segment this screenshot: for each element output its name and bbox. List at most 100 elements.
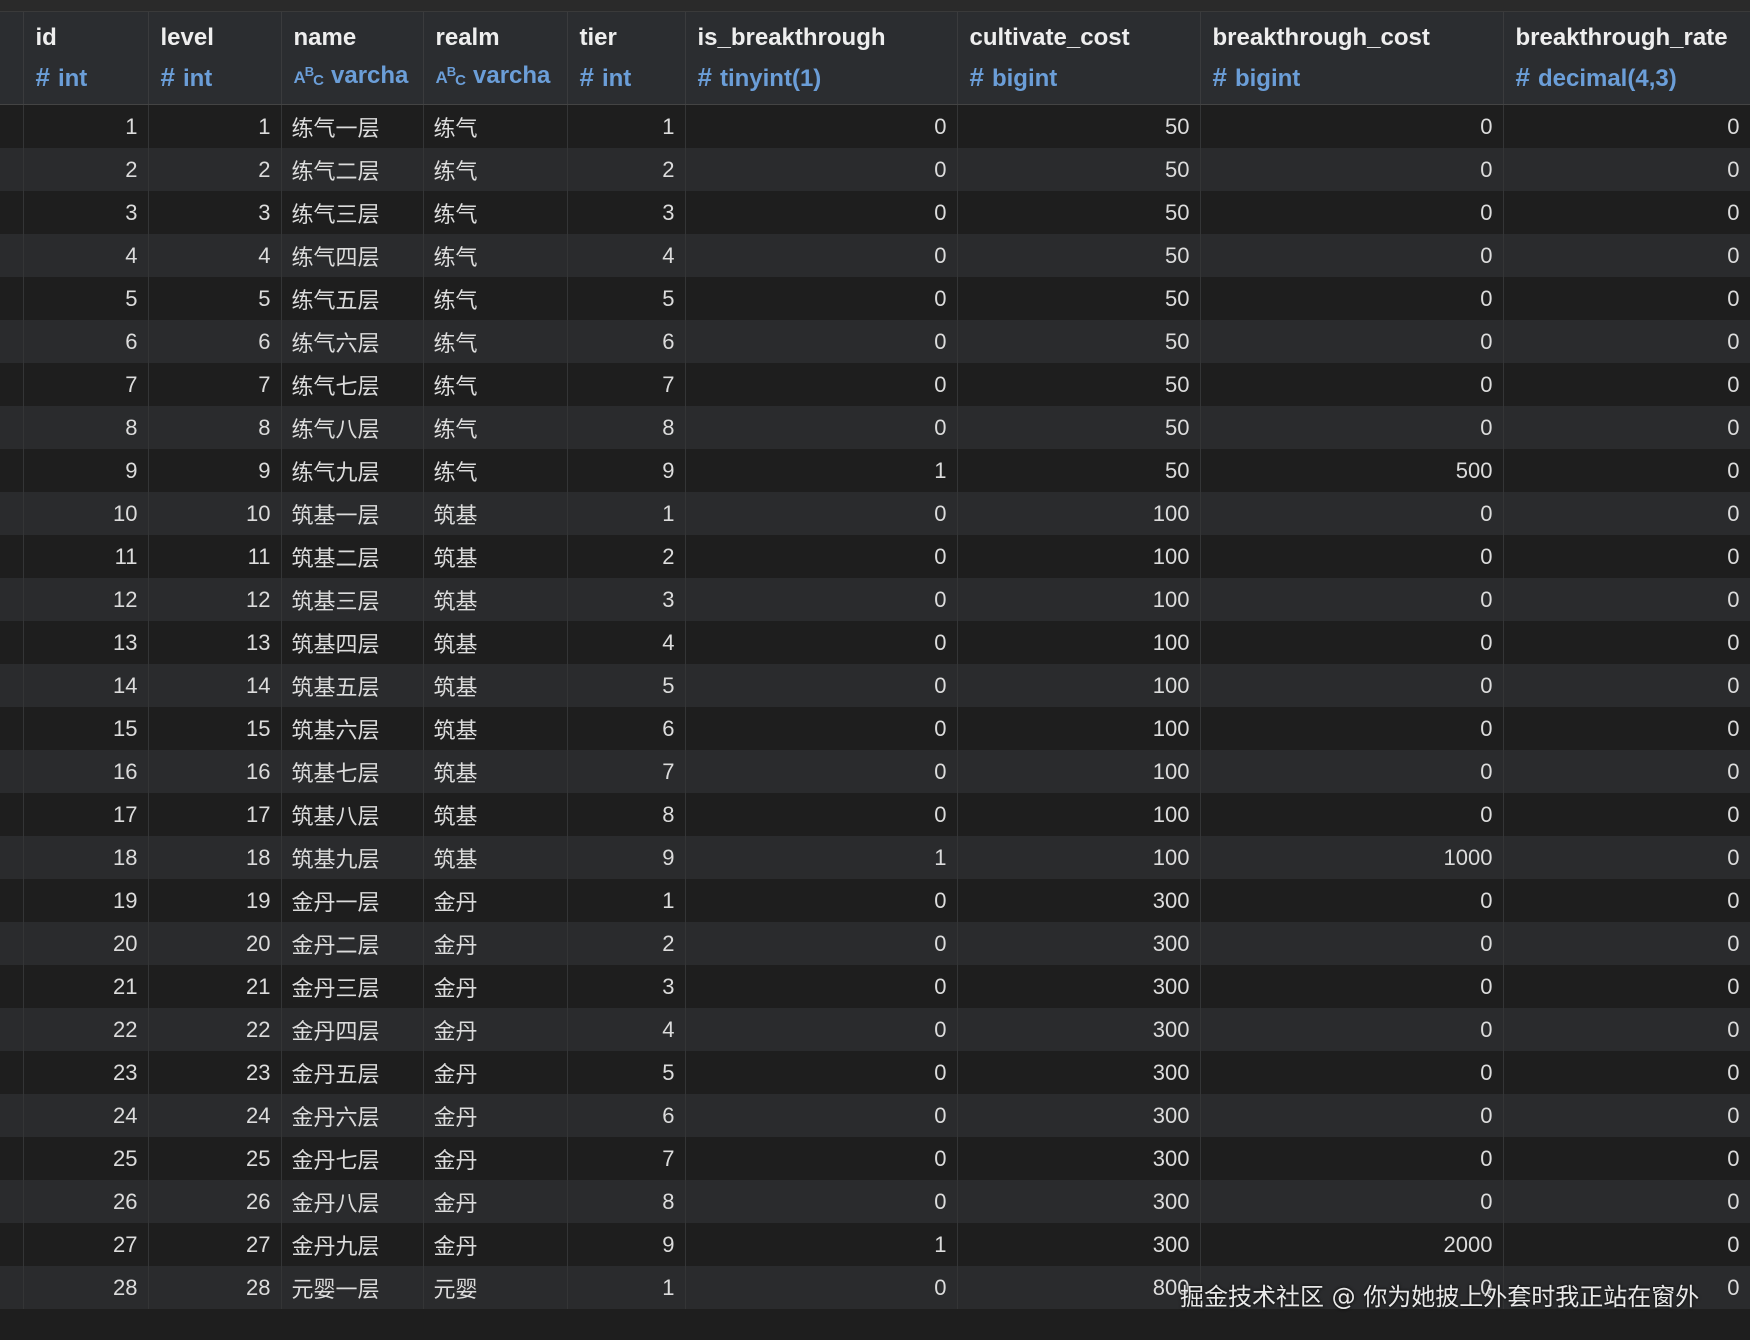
cell-breakthrough-cost[interactable]: 0 — [1200, 879, 1504, 922]
row-gutter[interactable] — [0, 1008, 24, 1051]
cell-id[interactable]: 22 — [23, 1008, 149, 1051]
row-gutter[interactable] — [0, 621, 24, 664]
row-gutter[interactable] — [0, 277, 24, 320]
row-gutter[interactable] — [0, 1137, 24, 1180]
table-row[interactable]: 24 24 金丹六层 金丹 6 0 300 0 0 — [0, 1094, 1750, 1137]
row-gutter[interactable] — [0, 1180, 24, 1223]
cell-tier[interactable]: 4 — [567, 621, 686, 664]
table-row[interactable]: 27 27 金丹九层 金丹 9 1 300 2000 0 — [0, 1223, 1750, 1266]
row-gutter[interactable] — [0, 363, 24, 406]
cell-is-breakthrough[interactable]: 0 — [685, 363, 958, 406]
row-gutter[interactable] — [0, 707, 24, 750]
cell-realm[interactable]: 练气 — [423, 234, 568, 277]
table-row[interactable]: 17 17 筑基八层 筑基 8 0 100 0 0 — [0, 793, 1750, 836]
table-row[interactable]: 26 26 金丹八层 金丹 8 0 300 0 0 — [0, 1180, 1750, 1223]
row-gutter[interactable] — [0, 793, 24, 836]
cell-is-breakthrough[interactable]: 0 — [685, 793, 958, 836]
cell-breakthrough-rate[interactable]: 0 — [1503, 363, 1750, 406]
cell-id[interactable]: 20 — [23, 922, 149, 965]
cell-level[interactable]: 1 — [148, 104, 282, 148]
row-gutter[interactable] — [0, 191, 24, 234]
cell-level[interactable]: 21 — [148, 965, 282, 1008]
cell-is-breakthrough[interactable]: 0 — [685, 535, 958, 578]
cell-breakthrough-rate[interactable]: 0 — [1503, 836, 1750, 879]
column-header-tier[interactable]: tier # int — [567, 12, 686, 105]
cell-id[interactable]: 21 — [23, 965, 149, 1008]
cell-tier[interactable]: 8 — [567, 793, 686, 836]
cell-breakthrough-rate[interactable]: 0 — [1503, 148, 1750, 191]
cell-cultivate-cost[interactable]: 100 — [957, 578, 1201, 621]
cell-breakthrough-rate[interactable]: 0 — [1503, 449, 1750, 492]
cell-breakthrough-rate[interactable]: 0 — [1503, 1180, 1750, 1223]
cell-is-breakthrough[interactable]: 1 — [685, 449, 958, 492]
cell-breakthrough-cost[interactable]: 0 — [1200, 1180, 1504, 1223]
cell-cultivate-cost[interactable]: 300 — [957, 965, 1201, 1008]
table-row[interactable]: 1 1 练气一层 练气 1 0 50 0 0 — [0, 104, 1750, 148]
cell-tier[interactable]: 6 — [567, 320, 686, 363]
cell-is-breakthrough[interactable]: 0 — [685, 922, 958, 965]
cell-is-breakthrough[interactable]: 0 — [685, 191, 958, 234]
cell-id[interactable]: 19 — [23, 879, 149, 922]
row-gutter[interactable] — [0, 148, 24, 191]
cell-breakthrough-rate[interactable]: 0 — [1503, 104, 1750, 148]
cell-id[interactable]: 3 — [23, 191, 149, 234]
cell-id[interactable]: 13 — [23, 621, 149, 664]
cell-is-breakthrough[interactable]: 0 — [685, 578, 958, 621]
table-row[interactable]: 12 12 筑基三层 筑基 3 0 100 0 0 — [0, 578, 1750, 621]
cell-is-breakthrough[interactable]: 0 — [685, 664, 958, 707]
cell-breakthrough-rate[interactable]: 0 — [1503, 621, 1750, 664]
cell-name[interactable]: 筑基八层 — [281, 793, 424, 836]
cell-breakthrough-rate[interactable]: 0 — [1503, 234, 1750, 277]
cell-realm[interactable]: 筑基 — [423, 750, 568, 793]
cell-is-breakthrough[interactable]: 0 — [685, 965, 958, 1008]
cell-level[interactable]: 17 — [148, 793, 282, 836]
cell-id[interactable]: 10 — [23, 492, 149, 535]
cell-name[interactable]: 金丹六层 — [281, 1094, 424, 1137]
cell-cultivate-cost[interactable]: 800 — [957, 1266, 1201, 1309]
table-row[interactable]: 21 21 金丹三层 金丹 3 0 300 0 0 — [0, 965, 1750, 1008]
column-header-level[interactable]: level # int — [148, 12, 282, 105]
cell-realm[interactable]: 筑基 — [423, 707, 568, 750]
cell-tier[interactable]: 5 — [567, 1051, 686, 1094]
table-row[interactable]: 3 3 练气三层 练气 3 0 50 0 0 — [0, 191, 1750, 234]
cell-id[interactable]: 9 — [23, 449, 149, 492]
cell-tier[interactable]: 6 — [567, 1094, 686, 1137]
cell-is-breakthrough[interactable]: 0 — [685, 1180, 958, 1223]
cell-level[interactable]: 10 — [148, 492, 282, 535]
cell-id[interactable]: 27 — [23, 1223, 149, 1266]
cell-cultivate-cost[interactable]: 50 — [957, 406, 1201, 449]
cell-level[interactable]: 12 — [148, 578, 282, 621]
cell-name[interactable]: 筑基五层 — [281, 664, 424, 707]
cell-level[interactable]: 15 — [148, 707, 282, 750]
cell-realm[interactable]: 练气 — [423, 191, 568, 234]
row-gutter[interactable] — [0, 1094, 24, 1137]
cell-realm[interactable]: 筑基 — [423, 492, 568, 535]
table-row[interactable]: 11 11 筑基二层 筑基 2 0 100 0 0 — [0, 535, 1750, 578]
cell-is-breakthrough[interactable]: 1 — [685, 836, 958, 879]
cell-breakthrough-rate[interactable]: 0 — [1503, 707, 1750, 750]
cell-breakthrough-cost[interactable]: 0 — [1200, 492, 1504, 535]
cell-breakthrough-cost[interactable]: 0 — [1200, 535, 1504, 578]
cell-breakthrough-rate[interactable]: 0 — [1503, 535, 1750, 578]
cell-realm[interactable]: 金丹 — [423, 1008, 568, 1051]
cell-id[interactable]: 25 — [23, 1137, 149, 1180]
cell-breakthrough-cost[interactable]: 0 — [1200, 320, 1504, 363]
cell-name[interactable]: 练气六层 — [281, 320, 424, 363]
cell-breakthrough-cost[interactable]: 2000 — [1200, 1223, 1504, 1266]
cell-level[interactable]: 23 — [148, 1051, 282, 1094]
cell-realm[interactable]: 金丹 — [423, 1137, 568, 1180]
cell-breakthrough-cost[interactable]: 0 — [1200, 104, 1504, 148]
cell-name[interactable]: 金丹一层 — [281, 879, 424, 922]
cell-breakthrough-cost[interactable]: 0 — [1200, 148, 1504, 191]
cell-name[interactable]: 筑基六层 — [281, 707, 424, 750]
cell-breakthrough-rate[interactable]: 0 — [1503, 879, 1750, 922]
cell-id[interactable]: 17 — [23, 793, 149, 836]
cell-realm[interactable]: 练气 — [423, 406, 568, 449]
cell-id[interactable]: 16 — [23, 750, 149, 793]
cell-level[interactable]: 11 — [148, 535, 282, 578]
cell-breakthrough-cost[interactable]: 0 — [1200, 664, 1504, 707]
cell-name[interactable]: 练气二层 — [281, 148, 424, 191]
cell-tier[interactable]: 8 — [567, 1180, 686, 1223]
cell-name[interactable]: 练气一层 — [281, 104, 424, 148]
cell-breakthrough-cost[interactable]: 0 — [1200, 406, 1504, 449]
